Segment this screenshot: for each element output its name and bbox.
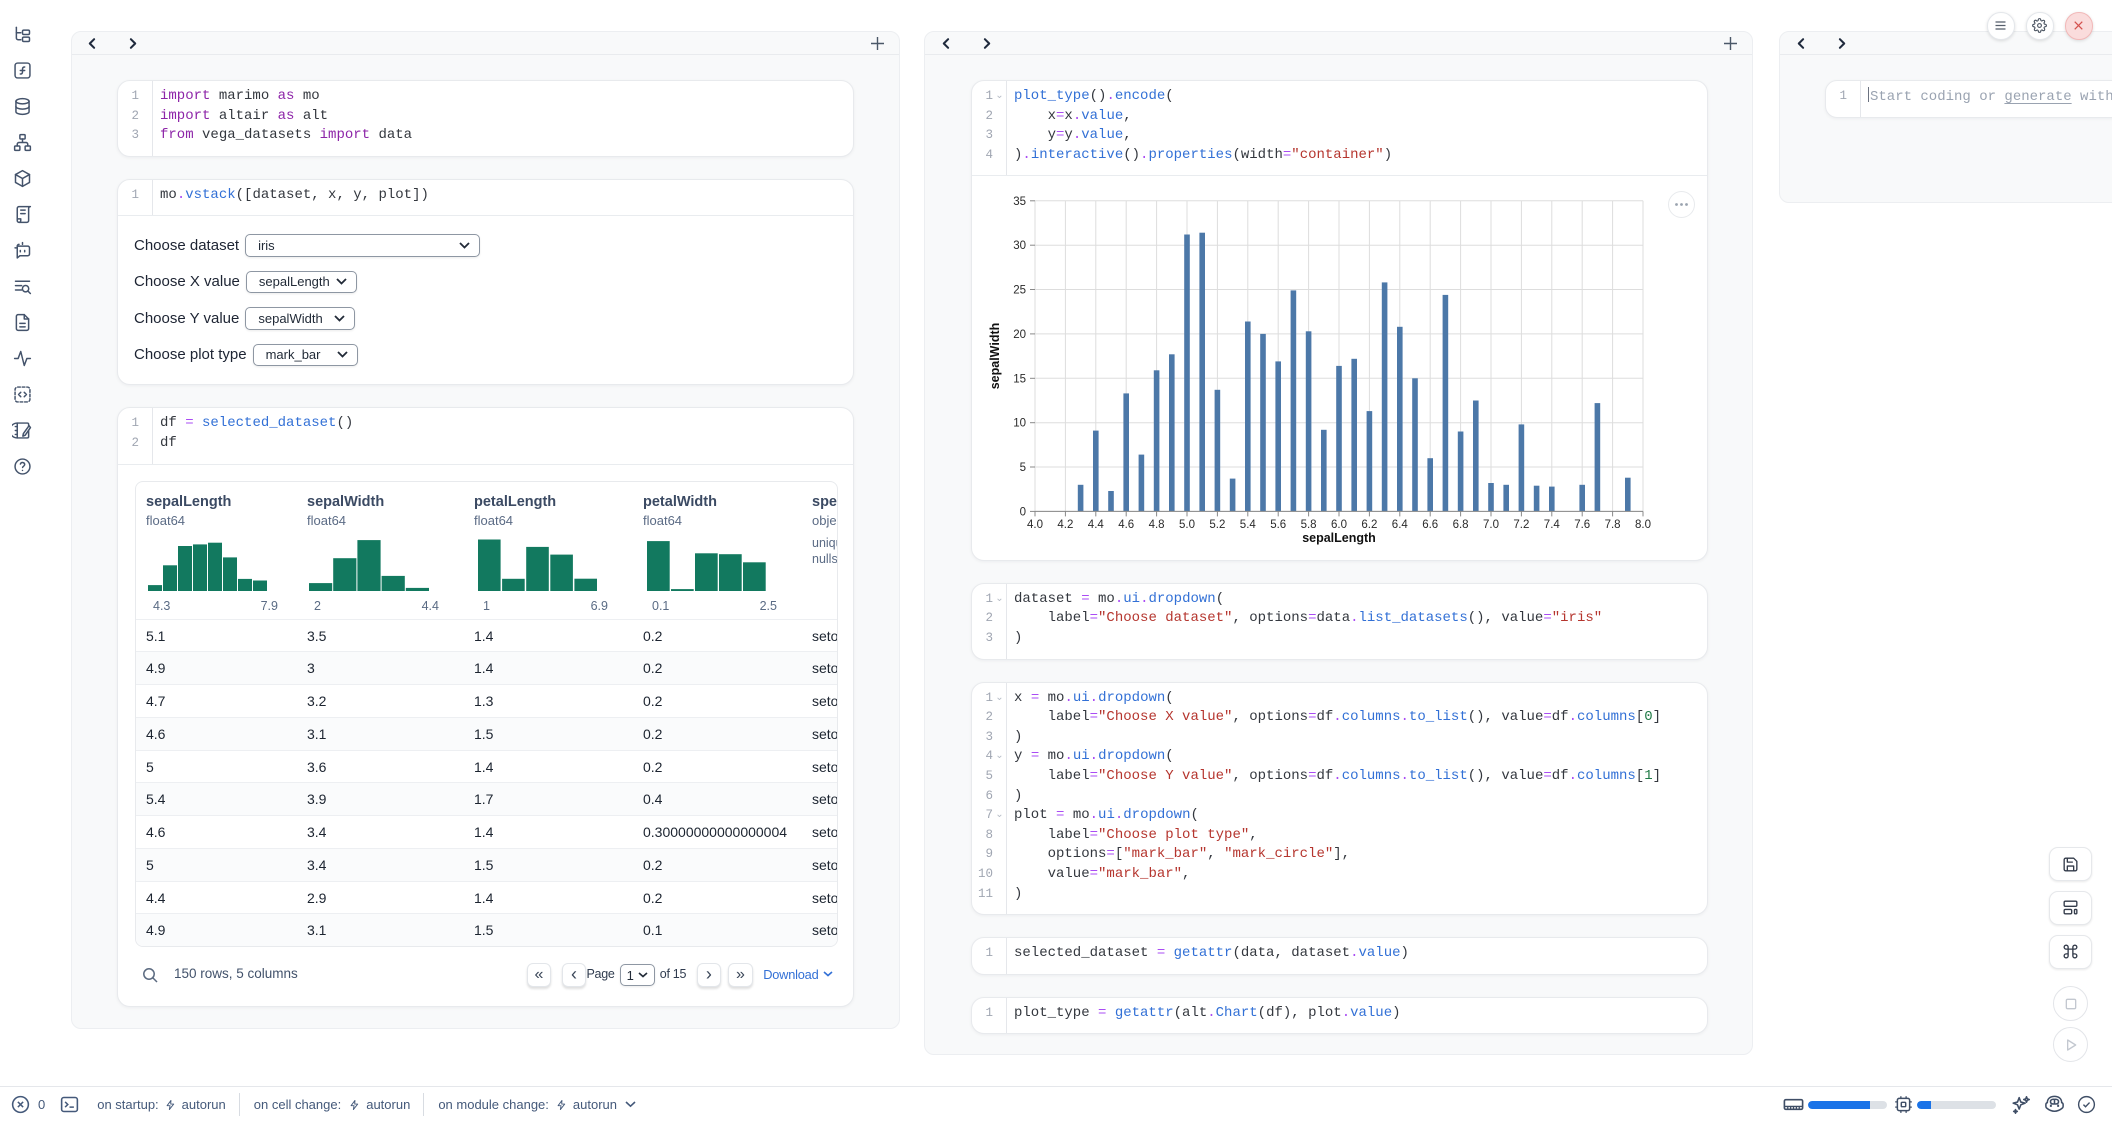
svg-text:35: 35 [1013,196,1026,208]
svg-text:0: 0 [1020,507,1026,519]
svg-text:6.6: 6.6 [1422,519,1438,531]
svg-text:6.4: 6.4 [1392,519,1409,531]
svg-text:30: 30 [1013,241,1026,253]
svg-text:5.0: 5.0 [1179,519,1195,531]
svg-text:6.2: 6.2 [1361,519,1377,531]
svg-text:sepalWidth: sepalWidth [988,323,1002,390]
svg-text:5.8: 5.8 [1301,519,1317,531]
svg-text:5.2: 5.2 [1209,519,1225,531]
svg-text:7.8: 7.8 [1605,519,1621,531]
svg-text:6.0: 6.0 [1331,519,1347,531]
svg-text:4.0: 4.0 [1027,519,1043,531]
svg-text:5.4: 5.4 [1240,519,1257,531]
svg-text:4.8: 4.8 [1149,519,1165,531]
svg-text:7.0: 7.0 [1483,519,1499,531]
svg-text:15: 15 [1013,374,1026,386]
svg-text:4.4: 4.4 [1088,519,1105,531]
svg-text:5.6: 5.6 [1270,519,1286,531]
svg-text:7.2: 7.2 [1513,519,1529,531]
svg-text:6.8: 6.8 [1453,519,1469,531]
svg-text:8.0: 8.0 [1635,519,1651,531]
svg-text:5: 5 [1020,462,1026,474]
svg-text:4.6: 4.6 [1118,519,1134,531]
svg-text:20: 20 [1013,329,1026,341]
svg-text:10: 10 [1013,418,1026,430]
svg-text:4.2: 4.2 [1057,519,1073,531]
svg-text:7.6: 7.6 [1574,519,1590,531]
svg-text:25: 25 [1013,285,1026,297]
svg-text:sepalLength: sepalLength [1302,531,1376,545]
svg-text:7.4: 7.4 [1544,519,1561,531]
